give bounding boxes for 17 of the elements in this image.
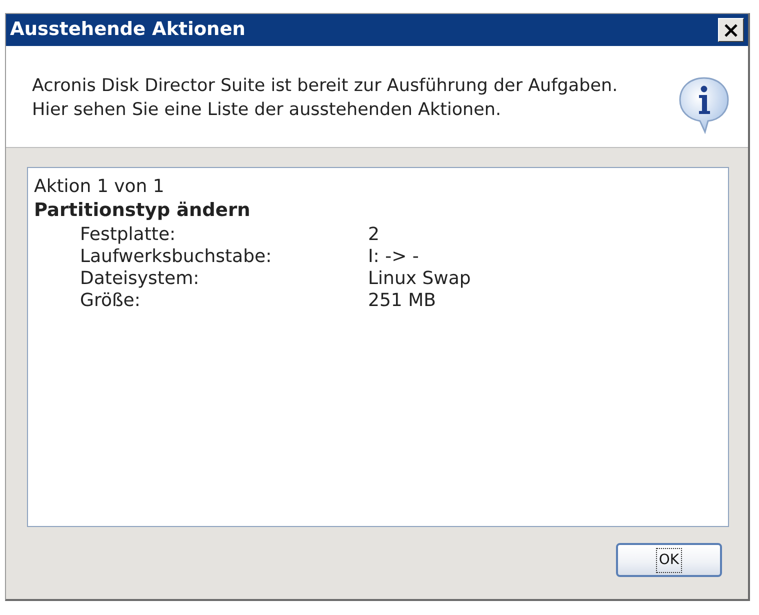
property-label: Festplatte: [80,224,177,246]
ok-button[interactable]: OK [616,543,722,577]
window-title: Ausstehende Aktionen [10,18,246,42]
property-value: 2 [368,224,380,246]
close-icon [724,24,738,36]
property-value: I: -> - [368,246,420,268]
action-title: Partitionstyp ändern [34,199,252,223]
message-line: Hier sehen Sie eine Liste der ausstehenden Aktionen. [32,99,502,122]
message-line: Acronis Disk Director Suite ist bereit zur Ausführung der Aufgaben. [32,75,618,98]
info-icon [678,76,730,134]
action-counter: Aktion 1 von 1 [34,176,166,198]
property-value: Linux Swap [368,268,471,290]
property-value: 251 MB [368,290,437,312]
property-label: Dateisystem: [80,268,200,290]
property-label: Laufwerksbuchstabe: [80,246,273,268]
property-label: Größe: [80,290,142,312]
close-button[interactable] [718,18,744,42]
